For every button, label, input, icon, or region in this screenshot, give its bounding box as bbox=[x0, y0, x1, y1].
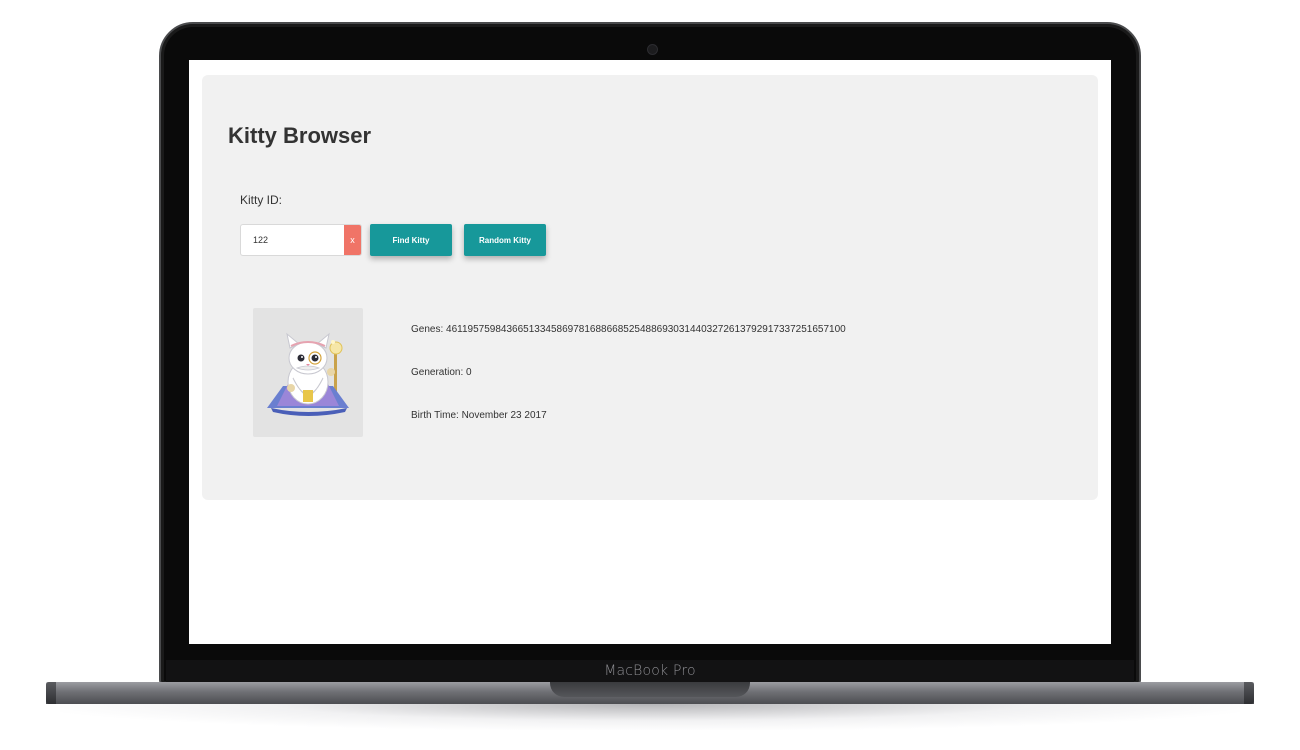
cryptokitty-wizard-icon bbox=[267, 332, 349, 416]
kitty-browser-card: Kitty Browser Kitty ID: x Find Kitty Ran… bbox=[202, 75, 1098, 500]
generation-value: 0 bbox=[466, 367, 472, 378]
genes-label: Genes: bbox=[411, 324, 444, 335]
genes-value: 4611957598436651334586978168866852548869… bbox=[446, 324, 846, 335]
kitty-id-label: Kitty ID: bbox=[240, 193, 283, 207]
genes-row: Genes: 461195759843665133458697816886685… bbox=[411, 324, 846, 335]
kitty-id-input[interactable] bbox=[241, 225, 345, 255]
laptop-base-edge-right bbox=[1244, 682, 1254, 704]
laptop-opening-notch bbox=[550, 682, 750, 697]
birth-time-label: Birth Time: bbox=[411, 410, 459, 421]
random-kitty-button[interactable]: Random Kitty bbox=[464, 224, 546, 256]
laptop-base-edge-left bbox=[46, 682, 56, 704]
page-title: Kitty Browser bbox=[228, 123, 372, 148]
device-brand-label: MacBook Pro bbox=[604, 663, 696, 679]
generation-row: Generation: 0 bbox=[411, 367, 472, 378]
birth-time-row: Birth Time: November 23 2017 bbox=[411, 410, 547, 421]
generation-label: Generation: bbox=[411, 367, 464, 378]
clear-button[interactable]: x bbox=[344, 225, 361, 255]
find-kitty-button[interactable]: Find Kitty bbox=[370, 224, 452, 256]
laptop-screen: Kitty Browser Kitty ID: x Find Kitty Ran… bbox=[189, 60, 1111, 644]
laptop-shadow bbox=[60, 704, 1240, 730]
kitty-image bbox=[253, 308, 363, 437]
birth-time-value: November 23 2017 bbox=[461, 410, 547, 421]
kitty-id-field: x bbox=[240, 224, 362, 256]
camera-icon bbox=[647, 44, 658, 55]
